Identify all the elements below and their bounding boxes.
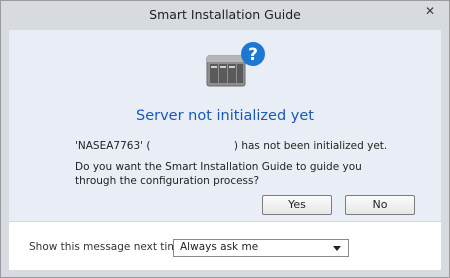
window-title: Smart Installation Guide [149, 7, 301, 22]
message-line-1: 'NASEA7763' ( ) has not been initialized… [75, 140, 387, 152]
chevron-down-icon [333, 246, 341, 251]
dialog-content: ? Server not initialized yet 'NASEA7763'… [9, 30, 441, 221]
no-button[interactable]: No [345, 195, 415, 215]
message-prefix: 'NASEA7763' ( [75, 140, 151, 152]
message-suffix: ) has not been initialized yet. [233, 140, 388, 152]
message-line-2: Do you want the Smart Installation Guide… [75, 161, 362, 187]
dialog-headline: Server not initialized yet [136, 108, 314, 124]
svg-text:?: ? [248, 45, 258, 65]
dialog-window: Smart Installation Guide ✕ ? Server not … [0, 0, 450, 278]
select-value: Always ask me [180, 241, 259, 253]
show-message-label: Show this message next time? [29, 241, 190, 253]
dialog-footer: Show this message next time? Always ask … [9, 221, 441, 270]
close-button[interactable]: ✕ [417, 2, 443, 20]
redacted-blank [150, 140, 233, 152]
title-bar[interactable]: Smart Installation Guide ✕ [1, 1, 449, 30]
show-message-select[interactable]: Always ask me [173, 239, 349, 257]
nas-server-question-icon: ? [206, 42, 265, 87]
close-icon: ✕ [424, 4, 436, 18]
yes-button[interactable]: Yes [262, 195, 332, 215]
